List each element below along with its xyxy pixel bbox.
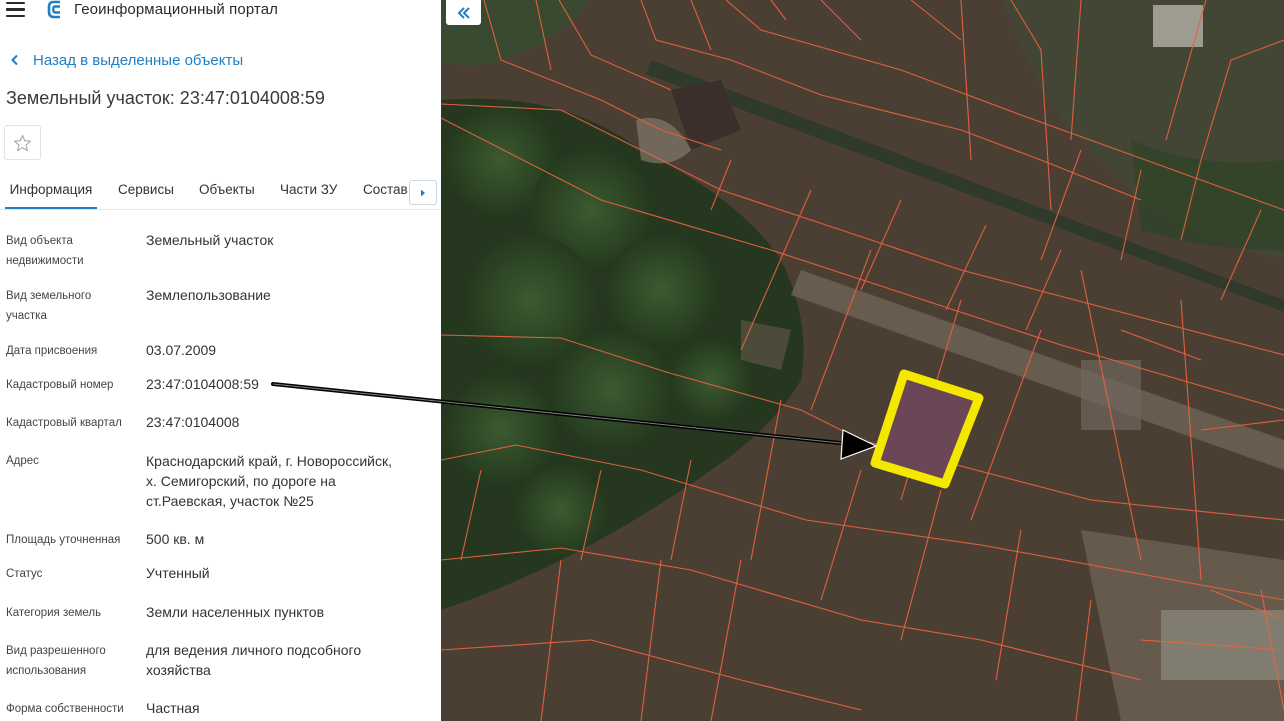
value-area: 500 кв. м	[146, 531, 205, 547]
label-cadastral-block: Кадастровый квартал	[6, 417, 122, 429]
value-land-type: Землепользование	[146, 287, 271, 303]
portal-logo-icon	[47, 0, 60, 19]
satellite-imagery	[441, 0, 1284, 721]
tabs-scroll-right-button[interactable]	[409, 180, 437, 205]
label-land-type: Вид земельного участка	[6, 290, 92, 322]
info-panel: Геоинформационный портал Назад в выделен…	[0, 0, 441, 721]
top-bar: Геоинформационный портал	[0, 0, 441, 22]
value-land-category: Земли населенных пунктов	[146, 604, 325, 620]
tab-land-parts[interactable]: Части ЗУ	[280, 172, 337, 208]
caret-right-icon	[421, 189, 425, 196]
label-address: Адрес	[6, 455, 39, 467]
label-cadastral-number: Кадастровый номер	[6, 379, 114, 391]
back-to-selected-link[interactable]: Назад в выделенные объекты	[10, 50, 243, 70]
value-cadastral-number: 23:47:0104008:59	[146, 376, 259, 392]
star-icon	[13, 134, 32, 151]
tab-objects[interactable]: Объекты	[199, 172, 255, 208]
label-assign-date: Дата присвоения	[6, 345, 98, 357]
label-land-category: Категория земель	[6, 607, 102, 619]
value-object-kind: Земельный участок	[146, 232, 274, 248]
chevron-left-icon	[11, 54, 18, 66]
value-assign-date: 03.07.2009	[146, 342, 217, 358]
label-object-kind: Вид объекта недвижимости	[6, 235, 84, 267]
tab-information[interactable]: Информация	[5, 172, 97, 209]
value-address: Краснодарский край, г. Новороссийск, х. …	[146, 453, 392, 509]
value-status: Учтенный	[146, 565, 210, 581]
tab-composition[interactable]: Состав	[363, 172, 408, 208]
tab-services[interactable]: Сервисы	[118, 172, 174, 208]
label-status: Статус	[6, 568, 43, 580]
favorite-button[interactable]	[4, 125, 41, 160]
value-permitted-use: для ведения личного подсобного хозяйства	[146, 642, 362, 678]
page-title: Земельный участок: 23:47:0104008:59	[6, 88, 325, 108]
label-permitted-use: Вид разрешенного использования	[6, 645, 106, 677]
tab-bar: Информация Сервисы Объекты Части ЗУ Сост…	[0, 172, 441, 210]
label-ownership: Форма собственности	[6, 703, 124, 715]
app-title: Геоинформационный портал	[74, 1, 279, 18]
map-view[interactable]	[441, 0, 1284, 721]
back-link-label: Назад в выделенные объекты	[33, 51, 244, 69]
label-area: Площадь уточненная	[6, 534, 121, 546]
value-cadastral-block: 23:47:0104008	[146, 414, 240, 430]
double-chevron-left-icon	[457, 6, 470, 19]
collapse-panel-button[interactable]	[446, 0, 481, 25]
hamburger-menu-icon[interactable]	[6, 2, 25, 18]
value-ownership: Частная	[146, 700, 200, 716]
